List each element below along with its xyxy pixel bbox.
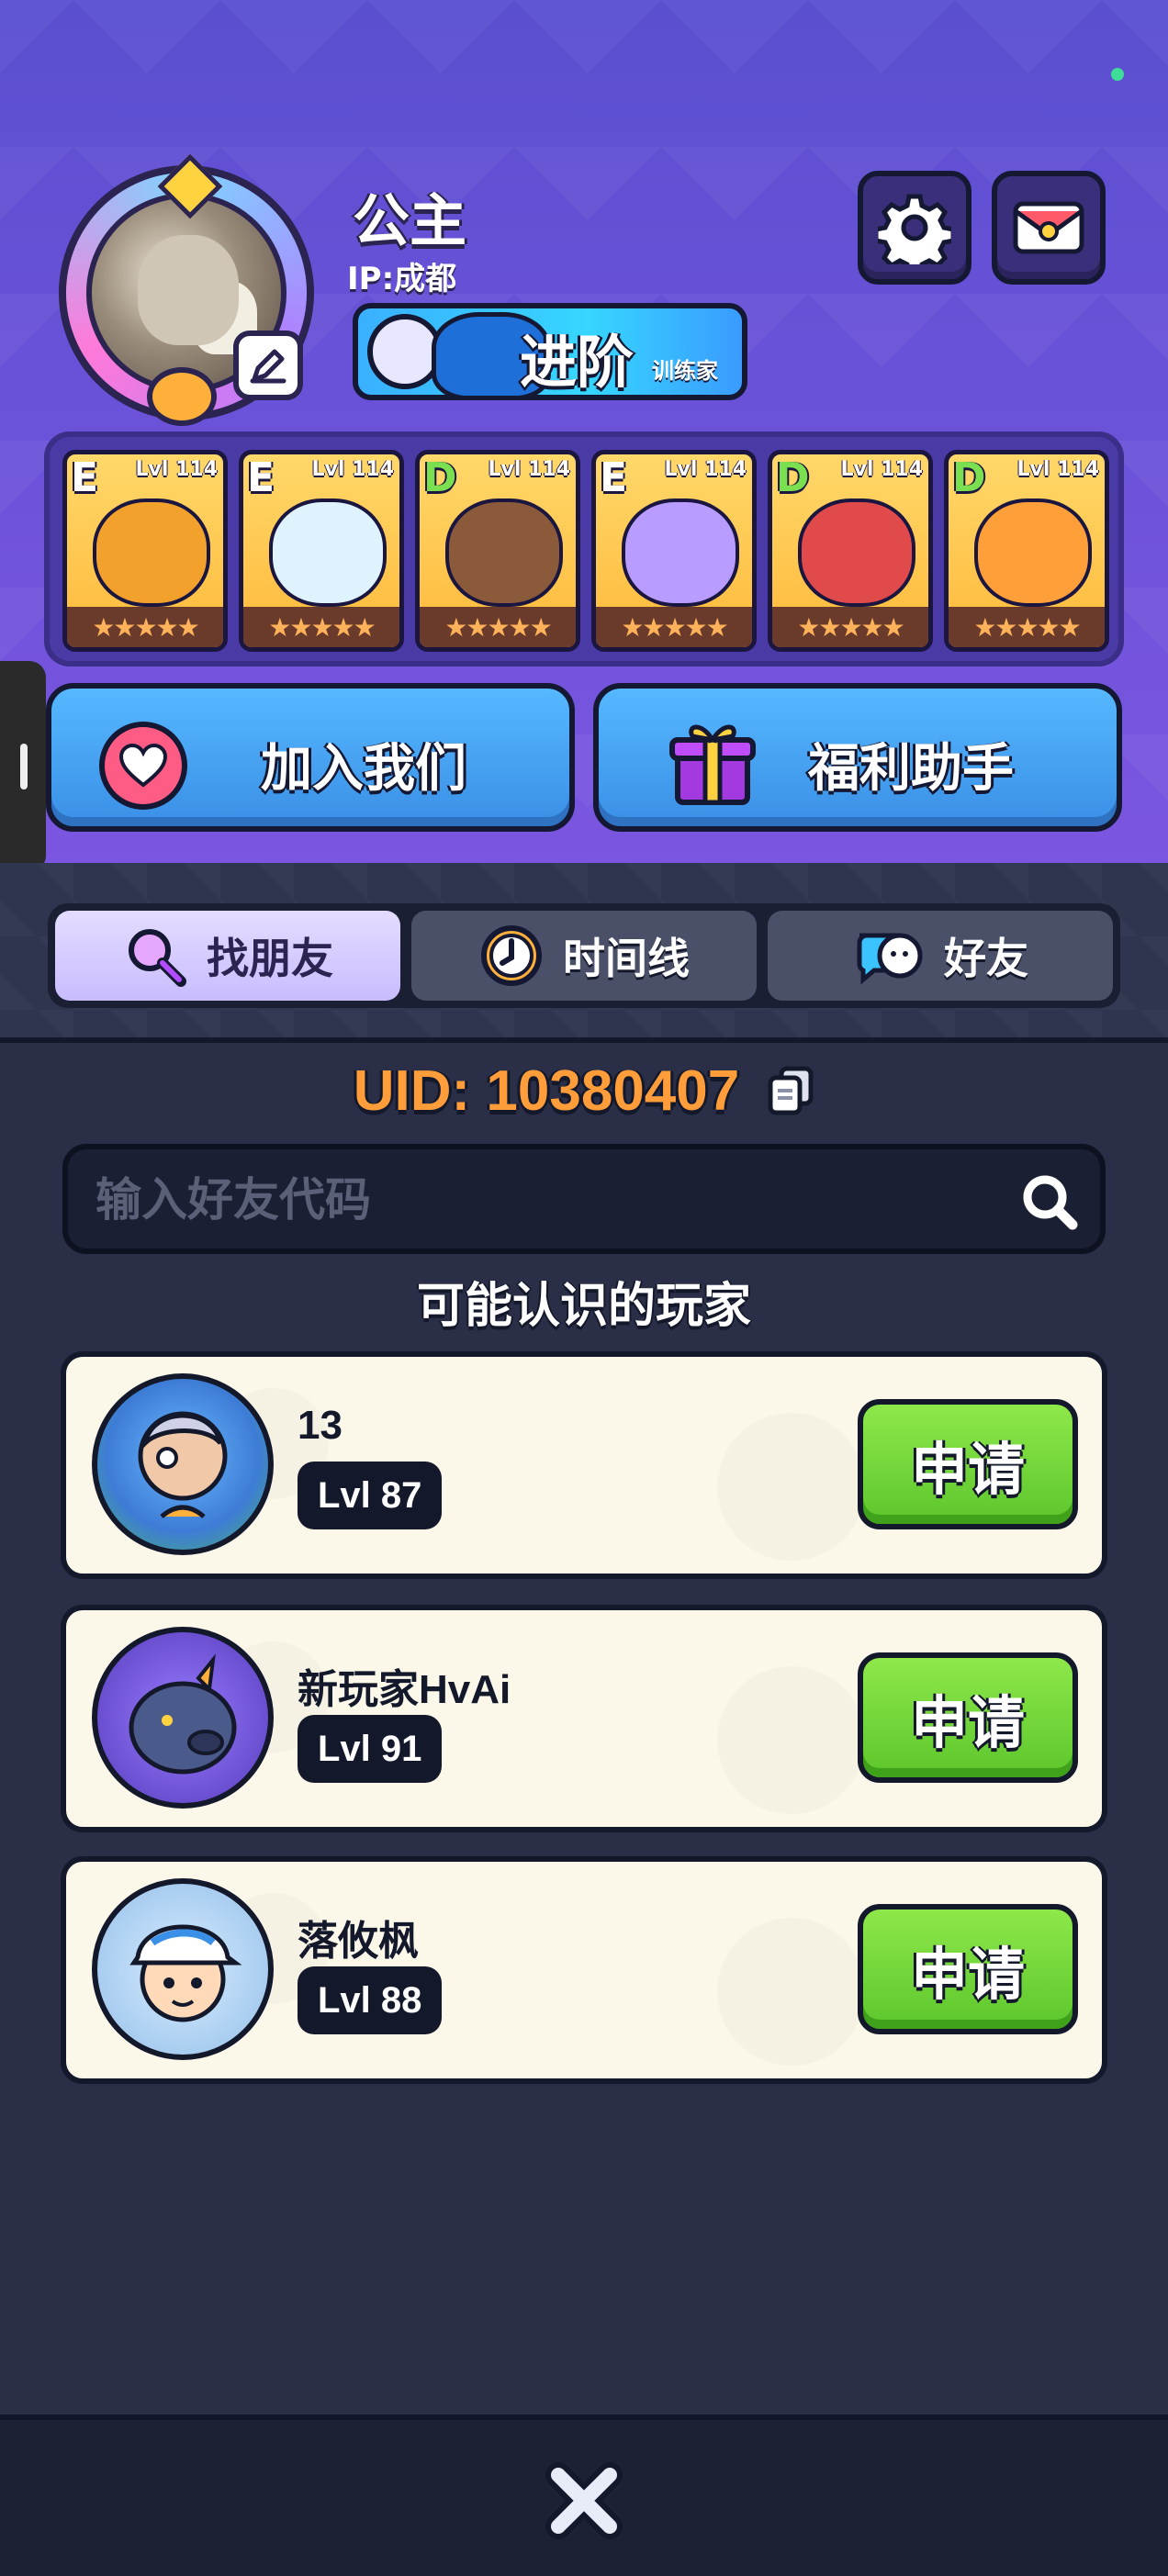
- card-level: Lvl 114: [135, 458, 218, 481]
- card-grade: E: [71, 454, 99, 501]
- edit-pencil-icon: [250, 349, 286, 384]
- team-card[interactable]: E Lvl 114 ★★★★★: [62, 450, 228, 652]
- card-stars: ★★★★★: [420, 607, 576, 647]
- cat-creature-icon: [622, 498, 739, 607]
- card-level: Lvl 114: [311, 458, 394, 481]
- suggested-player-card: 13 Lvl 87 申请: [61, 1351, 1107, 1579]
- creature-avatar-icon: [129, 1653, 237, 1775]
- bear-creature-icon: [269, 498, 387, 607]
- side-drawer-handle[interactable]: [0, 661, 46, 872]
- status-dot: [1111, 68, 1124, 81]
- card-grade: D: [423, 454, 457, 501]
- card-stars: ★★★★★: [243, 607, 399, 647]
- join-us-button[interactable]: 加入我们: [46, 683, 575, 832]
- card-grade: D: [776, 454, 810, 501]
- professor-avatar-icon: [138, 1411, 228, 1518]
- monkey-creature-icon: [445, 498, 563, 607]
- card-stars: ★★★★★: [67, 607, 223, 647]
- gift-icon: [669, 724, 756, 805]
- magnifier-icon: [129, 929, 186, 987]
- cat-photo-icon: [138, 235, 239, 345]
- search-button[interactable]: [1017, 1170, 1082, 1234]
- team-card[interactable]: D Lvl 114 ★★★★★: [415, 450, 580, 652]
- settings-button[interactable]: [858, 171, 971, 285]
- bull-creature-icon: [974, 498, 1092, 607]
- card-grade: E: [600, 454, 628, 501]
- friend-code-input[interactable]: [94, 1166, 1016, 1234]
- card-stars: ★★★★★: [949, 607, 1105, 647]
- player-level-badge: Lvl 87: [298, 1462, 443, 1529]
- player-name: 落攸枫: [298, 1919, 419, 1964]
- suggested-player-card: 落攸枫 Lvl 88 申请: [61, 1856, 1107, 2084]
- bottom-bar: [0, 2414, 1168, 2576]
- profile-header: 公主 IP:成都 进阶 训练家 E Lvl 114 ★★★★★ E Lvl 11…: [0, 0, 1168, 863]
- friend-code-search: [62, 1144, 1106, 1254]
- close-icon: [545, 2462, 623, 2539]
- player-level-badge: Lvl 88: [298, 1966, 443, 2034]
- lion-creature-icon: [93, 498, 210, 607]
- card-stars: ★★★★★: [772, 607, 928, 647]
- card-level: Lvl 114: [1016, 458, 1099, 481]
- heart-icon: [99, 722, 187, 810]
- tab-find-friends[interactable]: 找朋友: [55, 911, 400, 1001]
- player-avatar[interactable]: [92, 1373, 274, 1555]
- uid-text: UID: 10380407: [353, 1058, 740, 1123]
- welfare-assistant-button[interactable]: 福利助手: [593, 683, 1122, 832]
- clock-icon: [481, 925, 542, 986]
- team-panel: E Lvl 114 ★★★★★ E Lvl 114 ★★★★★ D Lvl 11…: [44, 431, 1124, 666]
- player-avatar[interactable]: [92, 1627, 274, 1809]
- welfare-assistant-label: 福利助手: [808, 739, 1014, 799]
- card-level: Lvl 114: [488, 458, 570, 481]
- mail-icon: [1013, 201, 1084, 254]
- player-name: 新玩家HvAi: [298, 1667, 511, 1712]
- card-level: Lvl 114: [664, 458, 747, 481]
- team-card[interactable]: E Lvl 114 ★★★★★: [591, 450, 757, 652]
- chat-friends-icon: [857, 933, 923, 985]
- search-icon: [1023, 1175, 1078, 1230]
- tab-friends[interactable]: 好友: [768, 911, 1113, 1001]
- plant-creature-icon: [798, 498, 915, 607]
- team-card[interactable]: D Lvl 114 ★★★★★: [944, 450, 1109, 652]
- team-card[interactable]: D Lvl 114 ★★★★★: [768, 450, 933, 652]
- copy-icon[interactable]: [767, 1065, 814, 1116]
- card-stars: ★★★★★: [596, 607, 752, 647]
- player-name: 公主: [353, 187, 467, 254]
- uid-row: UID: 10380407: [0, 1054, 1168, 1127]
- tab-group: 找朋友 时间线 好友: [48, 903, 1120, 1008]
- apply-friend-button[interactable]: 申请: [858, 1904, 1078, 2034]
- tab-friends-label: 好友: [944, 934, 1028, 983]
- rank-subtitle: 训练家: [652, 358, 718, 384]
- card-level: Lvl 114: [840, 458, 923, 481]
- mail-button[interactable]: [992, 171, 1106, 285]
- card-grade: E: [247, 454, 275, 501]
- trainer-boy-avatar-icon: [129, 1924, 242, 2022]
- rank-badge[interactable]: 进阶 训练家: [353, 303, 747, 400]
- settings-gear-icon: [878, 194, 951, 264]
- apply-friend-button[interactable]: 申请: [858, 1652, 1078, 1783]
- tab-find-label: 找朋友: [207, 934, 333, 983]
- player-name: 13: [298, 1403, 343, 1448]
- card-grade: D: [952, 454, 986, 501]
- rank-title: 进阶: [520, 329, 635, 396]
- player-level-badge: Lvl 91: [298, 1715, 443, 1783]
- tabs-bar: 找朋友 时间线 好友: [0, 863, 1168, 1043]
- close-button[interactable]: [540, 2457, 628, 2545]
- tab-timeline[interactable]: 时间线: [411, 911, 757, 1001]
- team-card[interactable]: E Lvl 114 ★★★★★: [239, 450, 404, 652]
- tab-timeline-label: 时间线: [563, 934, 690, 983]
- player-ip-location: IP:成都: [347, 261, 457, 297]
- grip-icon: [20, 744, 28, 790]
- suggested-player-card: 新玩家HvAi Lvl 91 申请: [61, 1605, 1107, 1832]
- apply-friend-button[interactable]: 申请: [858, 1399, 1078, 1529]
- suggested-players-title: 可能认识的玩家: [416, 1279, 751, 1334]
- avatar-frame-badge-icon: [147, 367, 217, 426]
- join-us-label: 加入我们: [261, 739, 466, 799]
- edit-profile-button[interactable]: [233, 330, 303, 400]
- player-avatar[interactable]: [92, 1878, 274, 2060]
